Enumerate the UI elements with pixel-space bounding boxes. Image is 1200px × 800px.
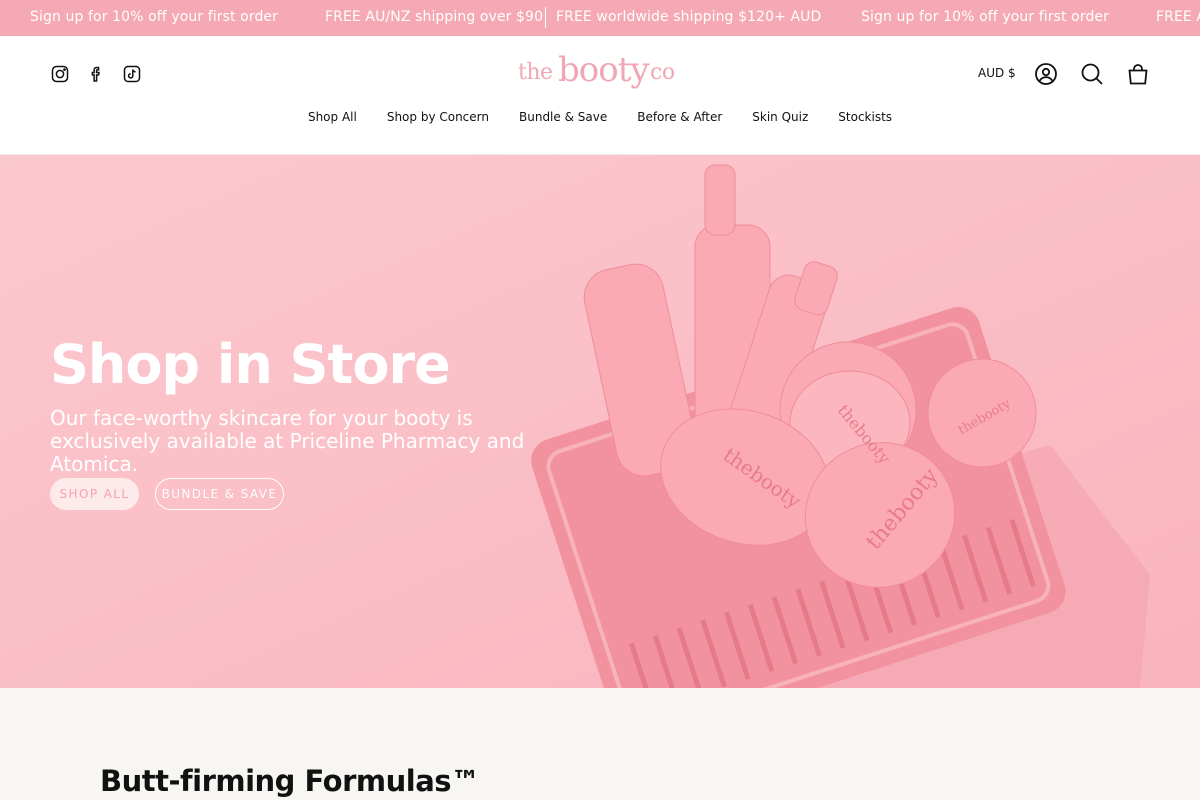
nav-skin-quiz[interactable]: Skin Quiz bbox=[752, 110, 808, 124]
search-icon[interactable] bbox=[1080, 62, 1104, 86]
logo-text-co: co bbox=[650, 60, 675, 85]
main-navigation: Shop All Shop by Concern Bundle & Save B… bbox=[0, 110, 1200, 124]
logo-text-booty: booty bbox=[558, 50, 650, 90]
announcement-text[interactable]: FREE AU/NZ shipping over $90 bbox=[325, 9, 543, 25]
cart-icon[interactable] bbox=[1126, 62, 1150, 86]
nav-before-after[interactable]: Before & After bbox=[637, 110, 722, 124]
announcement-bar: Sign up for 10% off your first order FRE… bbox=[0, 0, 1200, 36]
nav-shop-by-concern[interactable]: Shop by Concern bbox=[387, 110, 489, 124]
currency-selector[interactable]: AUD $ bbox=[978, 66, 1016, 80]
shop-all-button[interactable]: SHOP ALL bbox=[50, 478, 139, 510]
nav-bundle-save[interactable]: Bundle & Save bbox=[519, 110, 607, 124]
section-heading: Butt-firming Formulas™ bbox=[100, 764, 480, 798]
facebook-icon[interactable] bbox=[86, 64, 106, 84]
tiktok-icon[interactable] bbox=[122, 64, 142, 84]
featured-section: Butt-firming Formulas™ bbox=[0, 688, 1200, 800]
bundle-save-button[interactable]: BUNDLE & SAVE bbox=[155, 478, 284, 510]
hero-title: Shop in Store bbox=[50, 333, 451, 396]
hero-subtitle: Our face-worthy skincare for your booty … bbox=[50, 406, 525, 476]
hero-banner: thebooty thebooty thebooty thebooty Shop… bbox=[0, 155, 1200, 688]
announcement-text[interactable]: Sign up for 10% off your first order bbox=[861, 9, 1109, 25]
site-logo[interactable]: the booty co bbox=[518, 50, 684, 94]
site-header: the booty co AUD $ Shop All Shop by Conc… bbox=[0, 36, 1200, 155]
nav-stockists[interactable]: Stockists bbox=[838, 110, 892, 124]
logo-text-the: the bbox=[518, 60, 553, 85]
nav-shop-all[interactable]: Shop All bbox=[308, 110, 357, 124]
instagram-icon[interactable] bbox=[50, 64, 70, 84]
announcement-divider bbox=[545, 7, 546, 28]
account-icon[interactable] bbox=[1034, 62, 1058, 86]
announcement-text[interactable]: FREE worldwide shipping $120+ AUD bbox=[556, 9, 821, 25]
header-actions bbox=[1034, 62, 1150, 86]
social-links bbox=[50, 64, 142, 84]
announcement-text[interactable]: Sign up for 10% off your first order bbox=[30, 9, 278, 25]
announcement-text[interactable]: FREE AU/NZ shipping over $90 bbox=[1156, 9, 1200, 25]
